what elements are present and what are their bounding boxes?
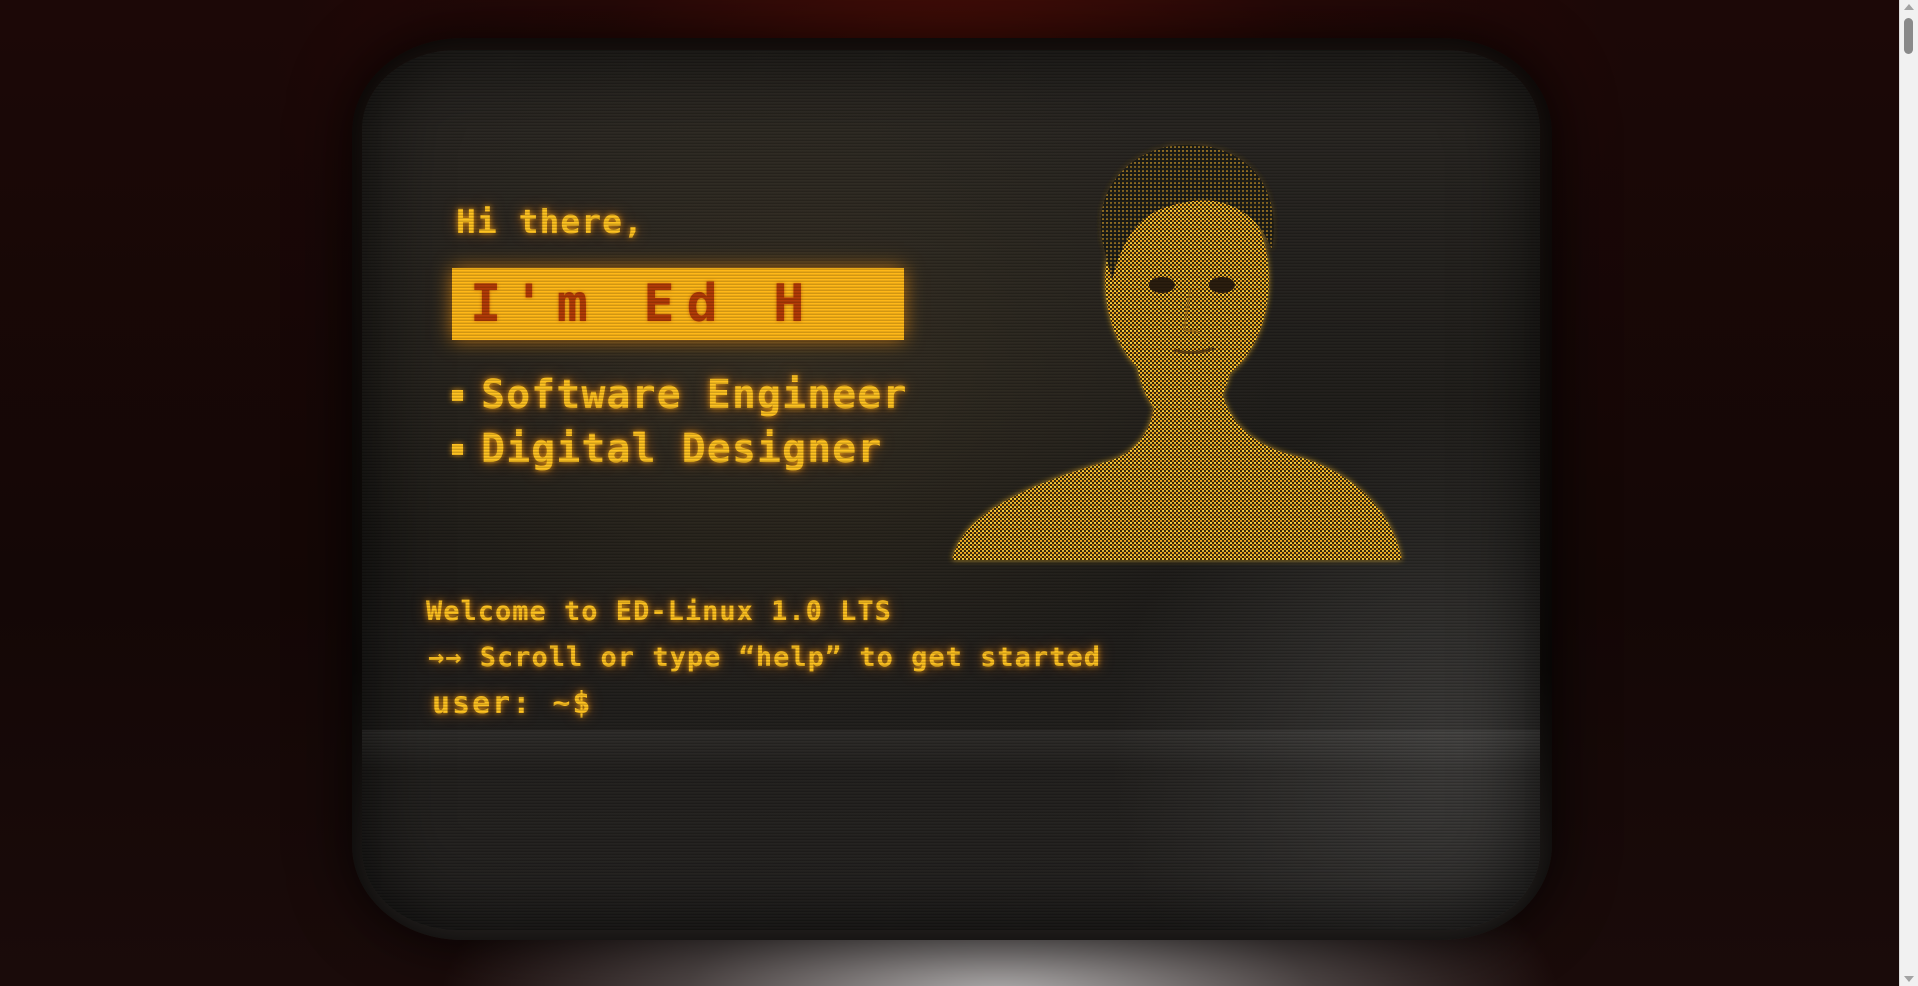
name-heading: I'm Ed H	[470, 274, 817, 334]
square-bullet-icon	[452, 443, 463, 455]
page-scrollbar[interactable]	[1899, 0, 1918, 986]
list-item: Software Engineer	[452, 368, 907, 422]
list-item: Digital Designer	[452, 422, 907, 476]
name-highlight: I'm Ed H	[452, 268, 904, 340]
scrollbar-thumb[interactable]	[1904, 18, 1913, 54]
welcome-message: Welcome to ED-Linux 1.0 LTS	[426, 596, 892, 627]
role-label: Digital Designer	[481, 426, 883, 472]
scroll-up-arrow-icon[interactable]	[1904, 4, 1914, 10]
prompt-label: user: ~$	[432, 686, 593, 721]
screen-glare	[362, 730, 1540, 770]
command-prompt-row[interactable]: user: ~$	[432, 686, 1111, 721]
command-input[interactable]	[606, 686, 1111, 721]
greeting-text: Hi there,	[456, 202, 644, 241]
crt-screen[interactable]: Hi there, I'm Ed H Software Engineer Dig…	[362, 50, 1540, 930]
help-hint: →→ Scroll or type “help” to get started	[428, 642, 1101, 673]
role-label: Software Engineer	[481, 372, 908, 418]
portrait-image	[952, 144, 1402, 560]
scroll-down-arrow-icon[interactable]	[1904, 976, 1914, 982]
roles-list: Software Engineer Digital Designer	[452, 368, 907, 476]
square-bullet-icon	[452, 389, 463, 401]
